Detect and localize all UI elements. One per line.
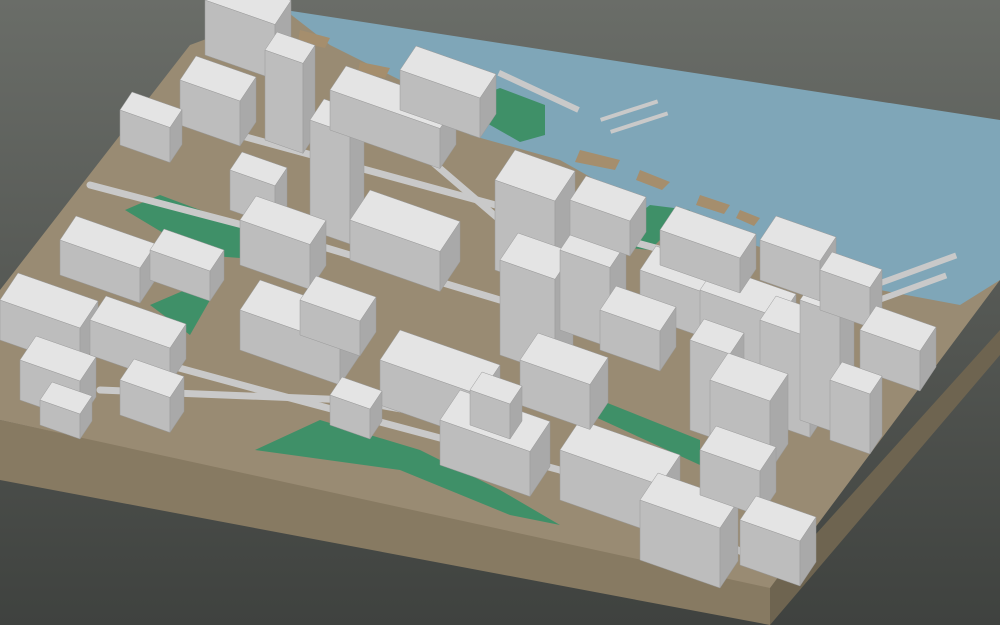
- building: [829, 361, 883, 455]
- building-front-face: [264, 49, 304, 154]
- building: [264, 31, 316, 155]
- city-model-scene: [0, 0, 1000, 625]
